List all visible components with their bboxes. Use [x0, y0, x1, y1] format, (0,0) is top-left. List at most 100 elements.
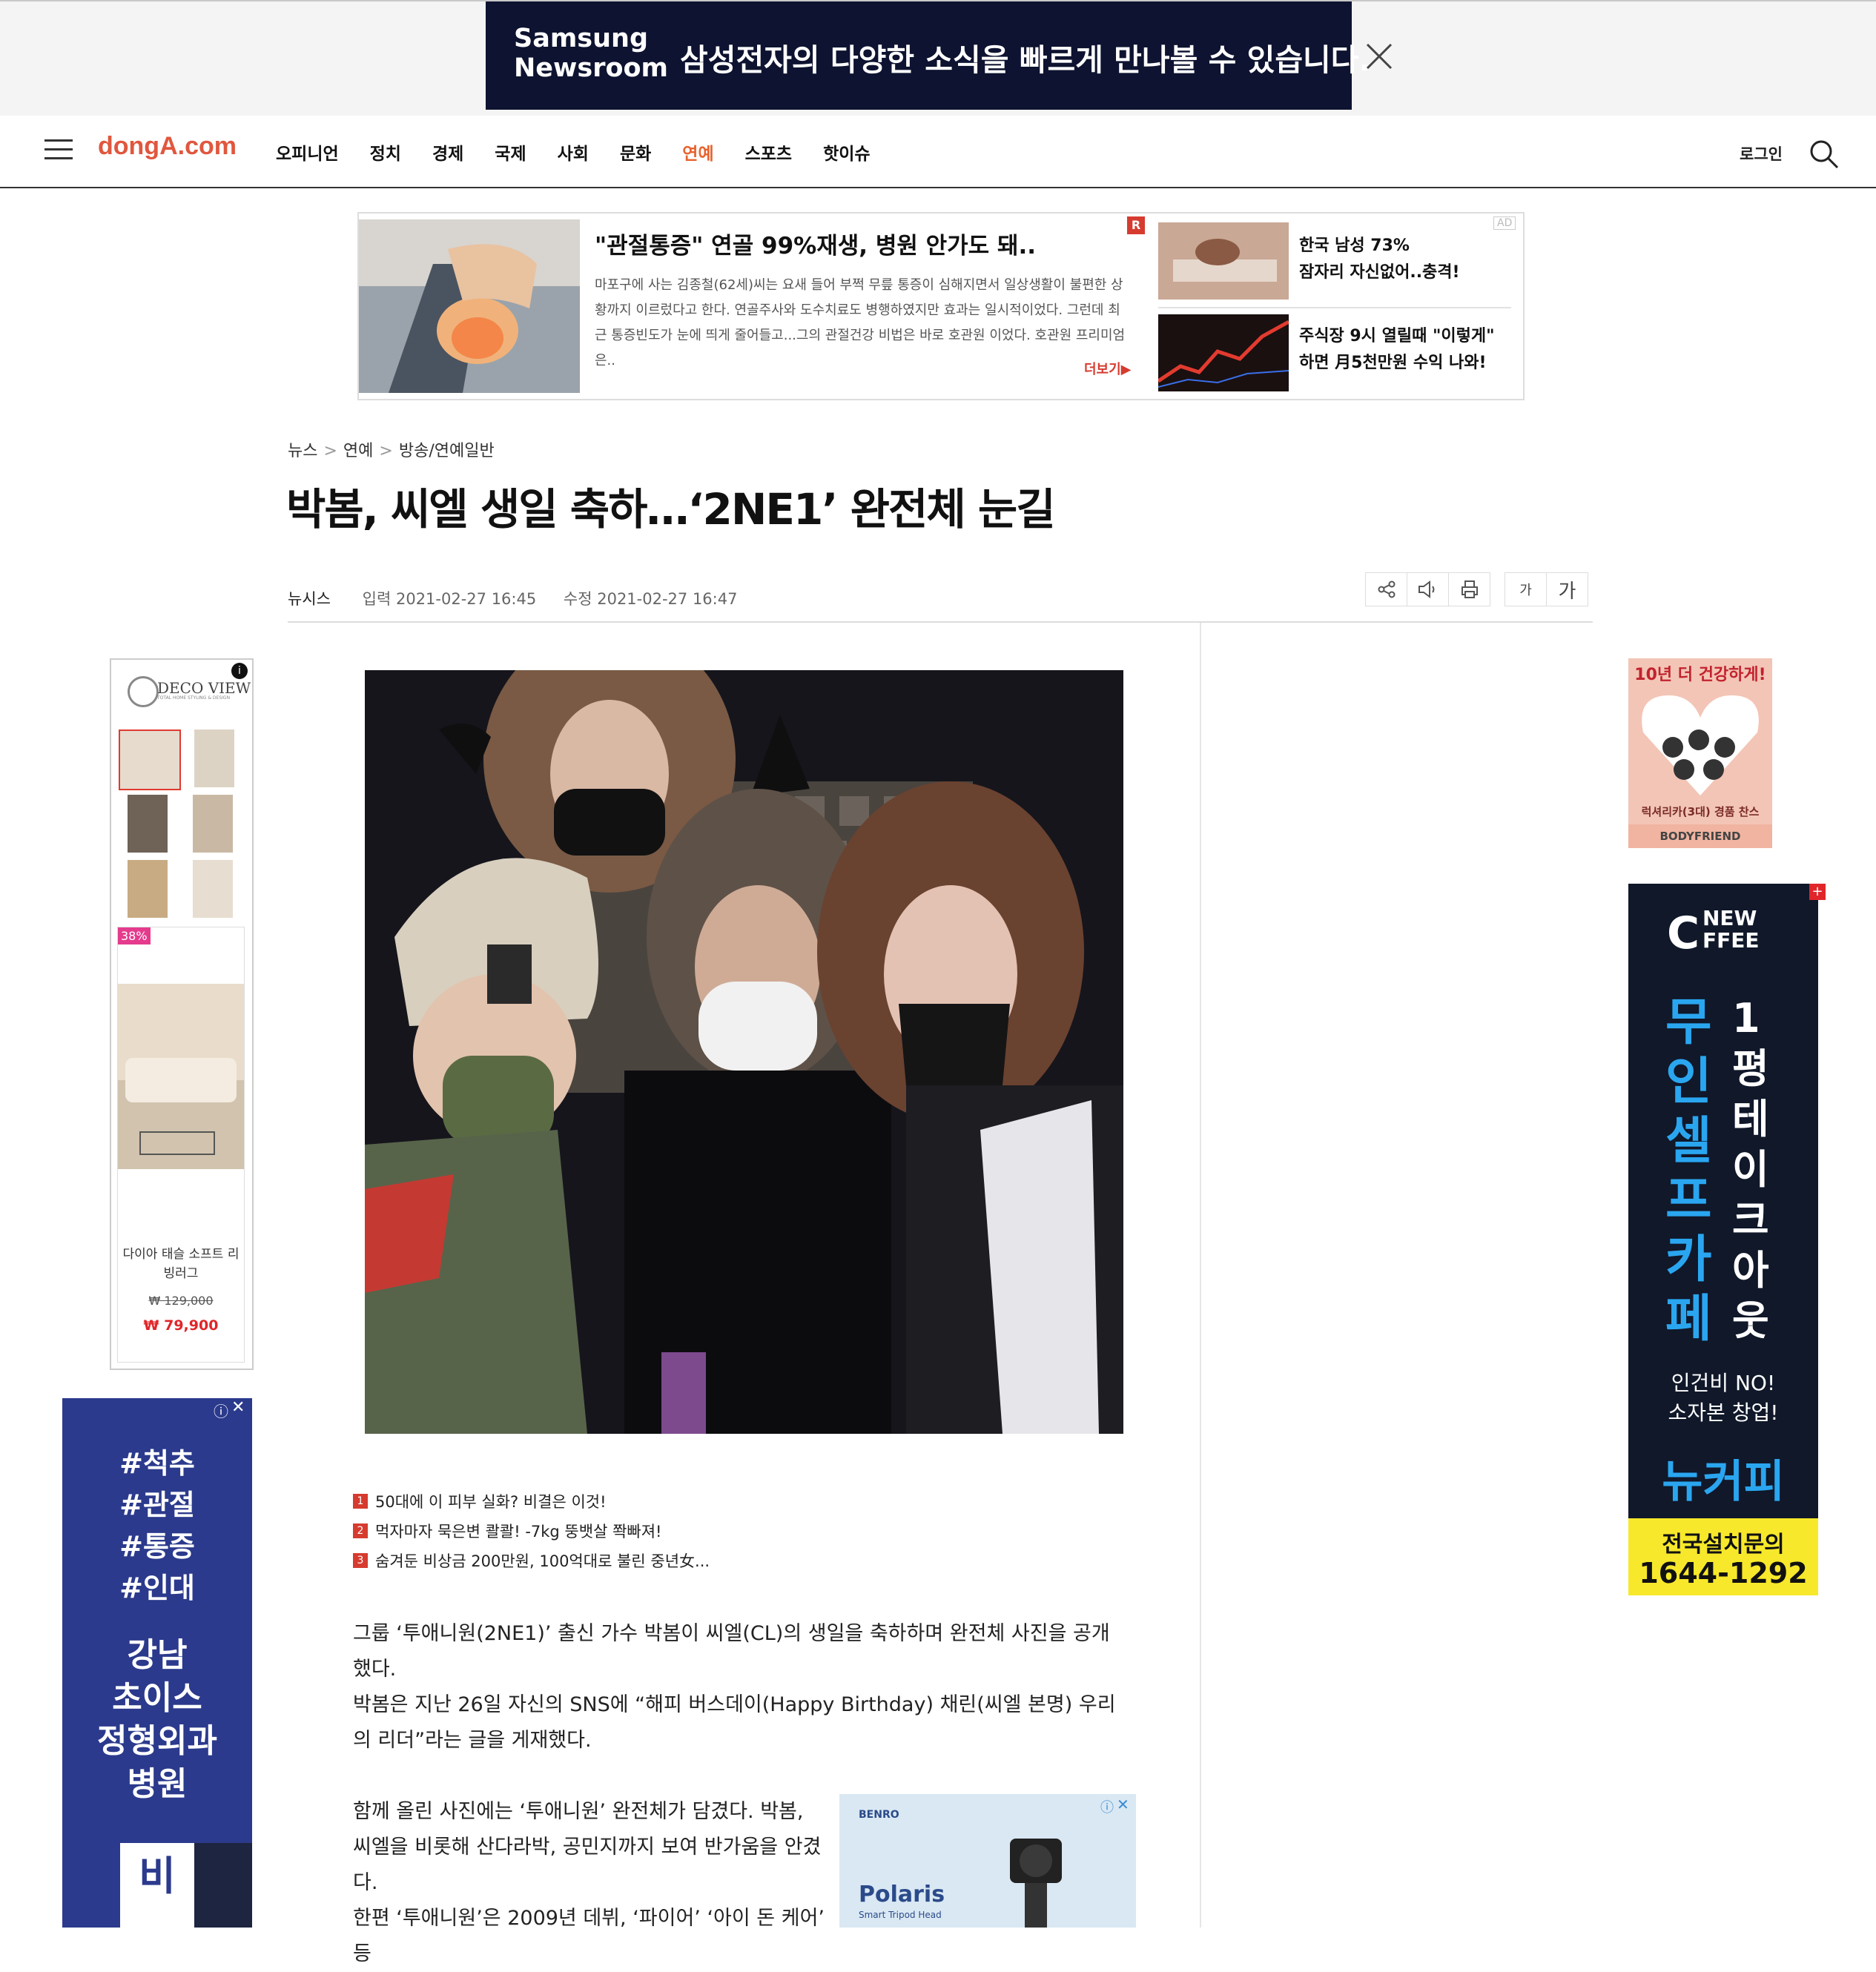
- product-card[interactable]: 38% 다이아 태슬 소프트 리빙러그 ₩ 129,000 ₩ 79,900: [117, 927, 245, 1363]
- samsung-newsroom-banner[interactable]: Samsung Newsroom 삼성전자의 다양한 소식을 빠르게 만나볼 수…: [486, 1, 1370, 110]
- product-name: 다이아 태슬 소프트 리빙러그: [122, 1247, 240, 1281]
- coffee-contact-box: 전국설치문의 1644-1292: [1628, 1518, 1818, 1595]
- breadcrumb-entertainment[interactable]: 연예: [343, 442, 373, 460]
- coffee-slogan-2: 1평테이크아웃: [1732, 995, 1769, 1344]
- nav-item-culture[interactable]: 문화: [620, 139, 651, 165]
- speaker-icon[interactable]: [1407, 572, 1449, 606]
- orthopedic-ad[interactable]: ⓘ ✕ #척추 #관절 #통증 #인대 강남 초이스 정형외과 병원 비: [62, 1398, 252, 1928]
- font-smaller-button[interactable]: 가: [1505, 572, 1547, 606]
- nav-item-society[interactable]: 사회: [558, 139, 589, 165]
- native-ad-body: 마포구에 사는 김종철(62세)씨는 요새 들어 부쩍 무릎 통증이 심해지면서…: [595, 277, 1126, 368]
- column-divider: [1200, 623, 1201, 1928]
- coffee-brand: 뉴커피: [1662, 1456, 1785, 1508]
- share-icon[interactable]: [1365, 572, 1407, 606]
- search-icon[interactable]: [1808, 138, 1840, 171]
- native-ad-headline[interactable]: "관절통증" 연골 99%재생, 병원 안가도 돼..: [595, 227, 1036, 260]
- original-price: ₩ 129,000: [148, 1294, 214, 1308]
- benro-logo: BENRO: [859, 1809, 899, 1821]
- rug-thumb-1[interactable]: [119, 729, 181, 790]
- breadcrumb-news[interactable]: 뉴스: [288, 442, 317, 460]
- ad-badge: AD: [1493, 216, 1516, 230]
- native-ad-block[interactable]: "관절통증" 연골 99%재생, 병원 안가도 돼.. 마포구에 사는 김종철(…: [357, 212, 1525, 400]
- login-link[interactable]: 로그인: [1740, 142, 1783, 165]
- ortho-bottom-card: 비: [120, 1843, 194, 1928]
- rug-thumb-3[interactable]: [128, 795, 168, 853]
- coffee-subcopy: 인건비 NO! 소자본 창업!: [1668, 1371, 1779, 1425]
- adchoices-icon[interactable]: ⓘ: [1100, 1797, 1114, 1816]
- breadcrumb: 뉴스 > 연예 > 방송/연예일반: [288, 442, 495, 460]
- sofa-image: [118, 984, 244, 1169]
- ortho-hospital-name: 강남 초이스 정형외과 병원: [97, 1636, 217, 1803]
- nav-item-opinion[interactable]: 오피니언: [276, 139, 339, 165]
- bodyfriend-headline: 10년 더 건강하게!: [1634, 666, 1766, 684]
- decoview-tagline: TOTAL HOME STYLING & DESIGN: [157, 695, 231, 701]
- article-photo[interactable]: [365, 670, 1123, 1434]
- bodyfriend-ad[interactable]: 10년 더 건강하게! 럭셔리카(3대) 경품 찬스 BODYFRIEND: [1628, 658, 1772, 848]
- rug-thumb-4[interactable]: [193, 795, 233, 853]
- decoview-ad[interactable]: DECO VIEW TOTAL HOME STYLING & DESIGN i …: [110, 658, 254, 1370]
- main-nav: 오피니언 정치 경제 국제 사회 문화 연예 스포츠 핫이슈: [276, 139, 902, 165]
- decoview-brand: DECO VIEW: [157, 679, 251, 697]
- rug-thumb-5[interactable]: [128, 860, 168, 918]
- article-paragraph-3: 함께 올린 사진에는 ‘투애니원’ 완전체가 담겼다. 박봄, 씨엘을 비롯해 …: [353, 1800, 822, 1894]
- rug-thumb-6[interactable]: [193, 860, 233, 918]
- recommend-badge: R: [1127, 216, 1145, 234]
- coffee-logo-text: NEW FFEE: [1702, 906, 1760, 953]
- bodyfriend-promo: 럭셔리카(3대) 경품 찬스: [1641, 805, 1760, 818]
- nav-item-international[interactable]: 국제: [495, 139, 526, 165]
- ad-close-icon[interactable]: ✕: [1117, 1796, 1129, 1813]
- benro-sub: Smart Tripod Head: [859, 1910, 942, 1920]
- discount-badge: 38%: [118, 927, 151, 944]
- nav-item-economy[interactable]: 경제: [432, 139, 463, 165]
- bodyfriend-heart-image: [1642, 695, 1759, 795]
- global-nav: dongA.com 오피니언 정치 경제 국제 사회 문화 연예 스포츠 핫이슈…: [0, 116, 1876, 188]
- native-side-item-2[interactable]: 주식장 9시 열릴때 "이렇게" 하면 月5천만원 수익 나와!: [1299, 323, 1495, 377]
- benro-product: Polaris: [859, 1882, 945, 1908]
- article-source: 뉴시스: [288, 590, 331, 608]
- samsung-newsroom-logo: Samsung Newsroom: [514, 24, 669, 83]
- nav-item-entertainment[interactable]: 연예: [682, 139, 713, 165]
- article-meta: 뉴시스 입력 2021-02-27 16:45 수정 2021-02-27 16…: [288, 587, 737, 609]
- sale-price: ₩ 79,900: [143, 1317, 219, 1334]
- rug-thumb-2[interactable]: [194, 729, 234, 787]
- stock-chart-ad-image[interactable]: [1158, 314, 1289, 391]
- top-ad-bar: Samsung Newsroom 삼성전자의 다양한 소식을 빠르게 만나볼 수…: [0, 0, 1876, 117]
- hamburger-menu-icon[interactable]: [44, 139, 73, 160]
- article-divider: [288, 621, 1593, 623]
- ad-close-icon[interactable]: ✕: [231, 1398, 245, 1417]
- native-ad-more-link[interactable]: 더보기▶: [1084, 359, 1132, 378]
- close-icon[interactable]: [1363, 40, 1396, 73]
- native-side-item-1[interactable]: 한국 남성 73% 잠자리 자신없어..충격!: [1299, 233, 1460, 286]
- info-icon[interactable]: i: [231, 663, 248, 679]
- divider: [1158, 307, 1511, 308]
- modified-date: 수정 2021-02-27 16:47: [563, 590, 738, 608]
- related-links: 1 50대에 이 피부 실화? 비결은 이것! 2 먹자마자 묵은변 콸콸! -7k…: [353, 1486, 710, 1575]
- article-title: 박봄, 씨엘 생일 축하…‘2NE1’ 완전체 눈길: [286, 484, 1056, 535]
- article-tools: 가 가: [1365, 572, 1588, 606]
- tripod-head-image: [1010, 1839, 1062, 1928]
- decoview-logo-icon: [128, 676, 159, 707]
- adchoices-icon[interactable]: ⓘ: [214, 1400, 228, 1421]
- breadcrumb-broadcast[interactable]: 방송/연예일반: [399, 442, 495, 460]
- site-logo[interactable]: dongA.com: [98, 132, 237, 161]
- nav-item-politics[interactable]: 정치: [370, 139, 401, 165]
- coffee-logo-c: C: [1667, 907, 1700, 959]
- published-date: 입력 2021-02-27 16:45: [362, 590, 537, 608]
- bodyfriend-brand: BODYFRIEND: [1628, 824, 1772, 848]
- ortho-bottom-shape: [194, 1843, 252, 1928]
- print-icon[interactable]: [1448, 572, 1490, 606]
- related-link-1[interactable]: 1 50대에 이 피부 실화? 비결은 이것!: [353, 1486, 710, 1516]
- article-paragraph-2: 박봄은 지난 26일 자신의 SNS에 “해피 버스데이(Happy Birth…: [353, 1693, 1116, 1752]
- knee-pain-ad-image[interactable]: [359, 219, 580, 393]
- ortho-tags: #척추 #관절 #통증 #인대: [119, 1447, 195, 1604]
- inline-tripod-ad[interactable]: BENRO Polaris Smart Tripod Head ⓘ ✕: [839, 1794, 1136, 1928]
- article-paragraph-1: 그룹 ‘투애니원(2NE1)’ 출신 가수 박봄이 씨엘(CL)의 생일을 축하…: [353, 1622, 1110, 1681]
- new-coffee-ad[interactable]: + C NEW FFEE 무인셀프카페 1평테이크아웃 인건비 NO! 소자본 …: [1628, 884, 1826, 1595]
- font-larger-button[interactable]: 가: [1546, 572, 1588, 606]
- nav-item-sports[interactable]: 스포츠: [745, 139, 792, 165]
- ad-plus-icon[interactable]: +: [1809, 884, 1826, 900]
- nav-item-hot-issue[interactable]: 핫이슈: [823, 139, 870, 165]
- massage-ad-image[interactable]: [1158, 222, 1289, 300]
- related-link-3[interactable]: 3 숨겨둔 비상금 200만원, 100억대로 불린 중년女...: [353, 1546, 710, 1575]
- related-link-2[interactable]: 2 먹자마자 묵은변 콸콸! -7kg 뚱뱃살 쫙빠져!: [353, 1516, 710, 1546]
